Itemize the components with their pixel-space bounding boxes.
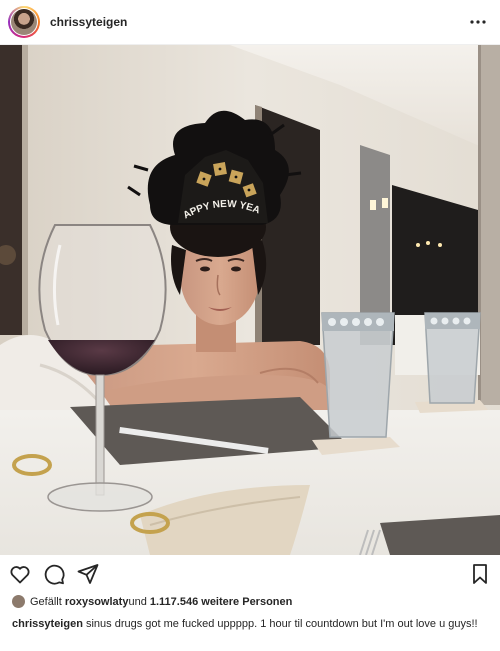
liker-username[interactable]: roxysowlaty: [65, 596, 129, 608]
comment-icon[interactable]: [42, 562, 66, 586]
profile-avatar[interactable]: [8, 6, 40, 38]
post-photo[interactable]: APPY NEW YEA: [0, 45, 500, 555]
bookmark-icon[interactable]: [468, 562, 492, 586]
heart-icon[interactable]: [8, 562, 32, 586]
caption-username[interactable]: chrissyteigen: [12, 618, 83, 630]
caption-text: sinus drugs got me fucked uppppp. 1 hour…: [82, 618, 478, 630]
share-icon[interactable]: [76, 562, 100, 586]
liker-avatar[interactable]: [12, 595, 25, 608]
avatar-image: [11, 9, 37, 35]
more-options-icon[interactable]: [466, 10, 490, 34]
likes-line: Gefällt roxysowlaty und 1.117.546 weiter…: [12, 595, 292, 608]
likes-prefix: Gefällt: [30, 595, 62, 608]
username-link[interactable]: chrissyteigen: [50, 15, 127, 29]
post-header: chrissyteigen: [0, 0, 500, 45]
action-bar: [0, 560, 500, 588]
likes-count[interactable]: 1.117.546 weitere Personen: [150, 596, 292, 608]
likes-middle: und: [128, 595, 147, 608]
post-caption: chrissyteigen sinus drugs got me fucked …: [12, 617, 488, 632]
